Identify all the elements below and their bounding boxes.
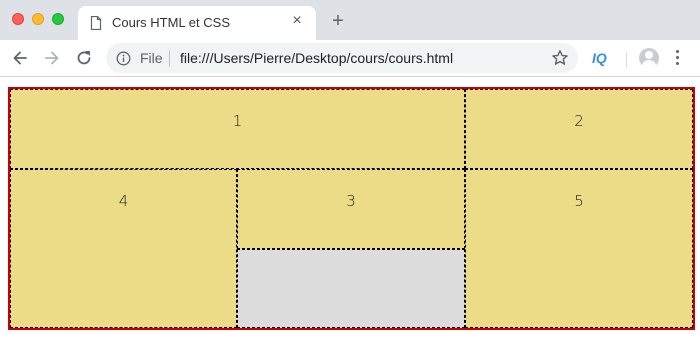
page-viewport: 1 2 3 4 5 (0, 77, 700, 350)
browser-toolbar: File file:///Users/Pierre/Desktop/cours/… (0, 40, 700, 77)
grid-item-5: 5 (465, 169, 693, 328)
address-bar[interactable]: File file:///Users/Pierre/Desktop/cours/… (106, 43, 578, 73)
reload-button[interactable] (74, 48, 94, 68)
browser-tab[interactable]: Cours HTML et CSS × (78, 6, 316, 40)
url-scheme-label: File (140, 50, 163, 66)
window-close-button[interactable] (12, 13, 24, 25)
reload-icon (77, 51, 91, 65)
window-minimize-button[interactable] (32, 13, 44, 25)
bookmark-star-icon[interactable] (551, 49, 569, 72)
grid-item-4: 4 (10, 169, 237, 328)
profile-avatar[interactable] (639, 48, 659, 68)
extension-iq-icon[interactable]: IQ (592, 50, 607, 66)
grid-empty-area (237, 249, 465, 328)
window-maximize-button[interactable] (52, 13, 64, 25)
tab-close-icon[interactable]: × (288, 12, 306, 30)
back-button[interactable] (10, 48, 30, 68)
document-icon (90, 15, 102, 35)
grid-item-2: 2 (465, 89, 693, 169)
forward-button[interactable] (42, 48, 62, 68)
tab-strip: Cours HTML et CSS × + (0, 0, 700, 40)
grid-item-1: 1 (10, 89, 465, 169)
address-separator (169, 50, 170, 67)
toolbar-separator (626, 52, 627, 68)
arrow-right-icon (45, 51, 59, 65)
new-tab-button[interactable]: + (328, 11, 348, 31)
grid-item-3: 3 (237, 169, 465, 249)
url-text[interactable]: file:///Users/Pierre/Desktop/cours/cours… (180, 50, 453, 66)
grid-container: 1 2 3 4 5 (8, 87, 695, 330)
tab-title: Cours HTML et CSS (112, 15, 230, 30)
arrow-left-icon (13, 51, 27, 65)
info-icon[interactable] (116, 51, 131, 71)
more-vertical-icon[interactable] (676, 50, 680, 66)
